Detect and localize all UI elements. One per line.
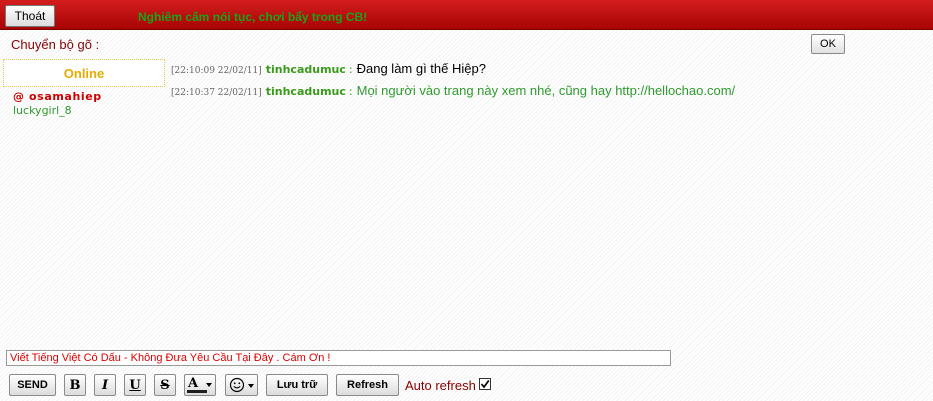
underline-button[interactable]: U	[124, 374, 146, 396]
auto-refresh-checkbox[interactable]	[479, 378, 491, 390]
smiley-icon	[229, 377, 245, 393]
checkmark-icon	[480, 379, 490, 389]
save-button[interactable]: Lưu trữ	[266, 374, 328, 396]
message-nick[interactable]: tinhcadumuc	[266, 85, 346, 98]
text-color-glyph: A	[188, 376, 199, 391]
online-title: Online	[63, 65, 105, 81]
chevron-down-icon	[206, 383, 212, 387]
message-timestamp: [22:10:09 22/02/11]	[171, 66, 262, 76]
bold-button[interactable]: B	[64, 374, 86, 396]
chat-message: [22:10:37 22/02/11] tinhcadumuc : Mọi ng…	[171, 83, 735, 105]
exit-button[interactable]: Thoát	[5, 5, 55, 27]
top-bar: Thoát Nghiêm cấm nói tục, chơi bẩy trong…	[0, 0, 933, 30]
ok-button[interactable]: OK	[811, 34, 845, 54]
message-timestamp: [22:10:37 22/02/11]	[171, 88, 262, 98]
user-list: @ osamahiep luckygirl_8	[13, 90, 102, 118]
emoticon-button[interactable]	[225, 374, 258, 396]
auto-refresh-label: Auto refresh	[405, 378, 476, 393]
message-nick[interactable]: tinhcadumuc	[266, 63, 346, 76]
text-color-button[interactable]: A	[184, 374, 216, 396]
strike-button[interactable]: S	[154, 374, 176, 396]
refresh-button[interactable]: Refresh	[336, 374, 399, 396]
italic-button[interactable]: I	[94, 374, 116, 396]
keyboard-switch-label: Chuyển bộ gõ :	[11, 37, 100, 52]
message-text: Đang làm gì thế Hiệp?	[356, 61, 486, 76]
message-list: [22:10:09 22/02/11] tinhcadumuc : Đang l…	[171, 61, 735, 105]
online-header: Online	[3, 59, 165, 87]
notice-text: Nghiêm cấm nói tục, chơi bẩy trong CB!	[138, 10, 368, 24]
message-separator: :	[348, 63, 353, 76]
chevron-down-icon	[248, 384, 254, 388]
message-separator: :	[348, 85, 353, 98]
user-item-member[interactable]: luckygirl_8	[13, 104, 102, 118]
chat-message: [22:10:09 22/02/11] tinhcadumuc : Đang l…	[171, 61, 735, 83]
user-item-admin[interactable]: @ osamahiep	[13, 90, 102, 104]
message-input[interactable]	[6, 350, 671, 366]
color-swatch	[187, 390, 207, 393]
message-text: Mọi người vào trang này xem nhé, cũng ha…	[356, 83, 736, 98]
send-button[interactable]: SEND	[9, 374, 56, 396]
